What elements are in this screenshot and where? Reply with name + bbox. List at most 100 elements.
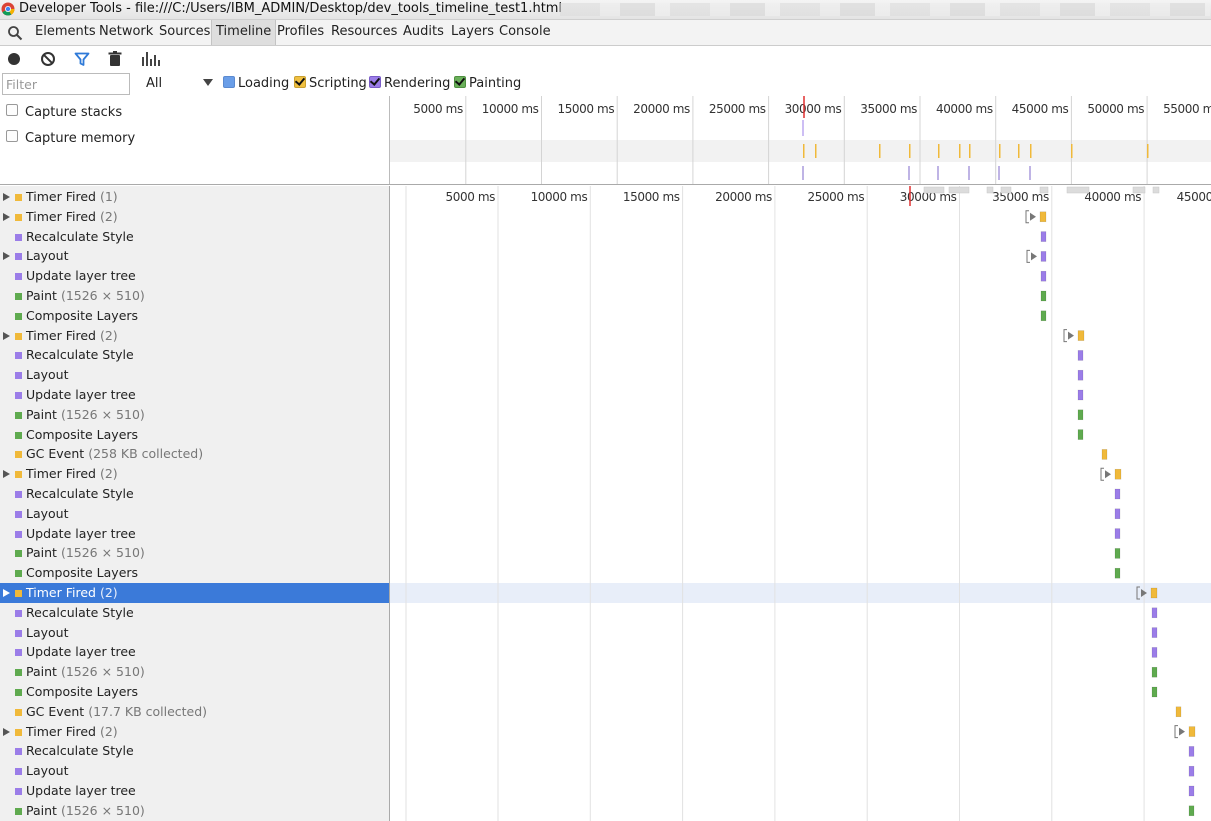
category-swatch-icon <box>15 768 22 776</box>
category-painting[interactable]: Painting <box>454 76 521 91</box>
window-title-bar: Developer Tools - file:///C:/Users/IBM_A… <box>0 0 1211 20</box>
expand-triangle-icon[interactable] <box>3 252 10 261</box>
record-row[interactable]: Timer Fired (2) <box>0 583 389 603</box>
record-row[interactable]: Timer Fired (2) <box>0 326 389 346</box>
record-detail: (2) <box>99 723 118 739</box>
category-scripting[interactable]: Scripting <box>294 76 367 91</box>
record-row[interactable]: Paint (1526 × 510) <box>0 286 389 306</box>
record-row[interactable]: Layout <box>0 623 389 643</box>
tab-sources[interactable]: Sources <box>155 20 214 45</box>
dropdown-arrow-icon[interactable] <box>203 79 213 86</box>
event-bar <box>1114 528 1121 539</box>
tab-layers[interactable]: Layers <box>447 20 498 45</box>
record-title: Paint <box>26 545 57 561</box>
timeline-overview-block <box>923 186 945 194</box>
overview-scripting-mark <box>1147 144 1149 158</box>
event-bar <box>1188 785 1195 797</box>
record-row[interactable]: Recalculate Style <box>0 227 389 247</box>
flame-chart-icon[interactable] <box>140 50 162 68</box>
record-row[interactable]: GC Event (17.7 KB collected) <box>0 702 389 722</box>
window-title: Developer Tools - file:///C:/Users/IBM_A… <box>19 1 563 16</box>
record-row[interactable]: Update layer tree <box>0 524 389 544</box>
record-row[interactable]: GC Event (258 KB collected) <box>0 444 389 464</box>
capture-memory-option[interactable]: Capture memory <box>6 130 135 146</box>
record-row[interactable]: Paint (1526 × 510) <box>0 543 389 563</box>
expand-triangle-icon[interactable] <box>3 727 10 736</box>
record-row[interactable]: Recalculate Style <box>0 484 389 504</box>
expand-arrow-icon <box>1030 212 1036 221</box>
timeline-overview[interactable]: 5000 ms 10000 ms 15000 ms 20000 ms 25000 ms 3… <box>389 96 1211 184</box>
record-row[interactable]: Timer Fired (1) <box>0 187 389 207</box>
filter-input[interactable] <box>2 73 130 95</box>
record-type-select[interactable]: All <box>146 76 162 91</box>
expand-bracket <box>1026 249 1030 263</box>
record-name: Timer Fired (2) <box>26 326 118 346</box>
category-loading[interactable]: Loading <box>223 76 289 91</box>
record-row[interactable]: Update layer tree <box>0 385 389 405</box>
clear-icon[interactable] <box>39 50 57 68</box>
record-row[interactable]: Paint (1526 × 510) <box>0 405 389 425</box>
record-row[interactable]: Composite Layers <box>0 563 389 583</box>
record-row[interactable]: Layout <box>0 246 389 266</box>
expand-arrow-icon <box>1105 470 1111 479</box>
capture-stacks-option[interactable]: Capture stacks <box>6 104 122 120</box>
expand-triangle-icon[interactable] <box>3 470 10 479</box>
category-rendering[interactable]: Rendering <box>369 76 450 91</box>
scripting-checkbox[interactable] <box>294 76 306 88</box>
record-title: Paint <box>26 288 57 303</box>
search-icon[interactable] <box>7 25 23 41</box>
expand-arrow-icon <box>1031 252 1037 261</box>
timeline-tick-label: 5000 ms <box>446 190 496 204</box>
record-row[interactable]: Recalculate Style <box>0 345 389 365</box>
tab-timeline[interactable]: Timeline <box>211 20 277 45</box>
record-row[interactable]: Layout <box>0 365 389 385</box>
record-row[interactable]: Layout <box>0 761 389 781</box>
tab-resources[interactable]: Resources <box>327 20 401 45</box>
record-row[interactable]: Composite Layers <box>0 306 389 326</box>
record-icon[interactable] <box>5 50 23 68</box>
category-swatch-icon <box>15 411 22 419</box>
expand-triangle-icon[interactable] <box>3 331 10 340</box>
painting-checkbox[interactable] <box>454 76 466 88</box>
loading-checkbox[interactable] <box>223 76 235 88</box>
expand-triangle-icon[interactable] <box>3 212 10 221</box>
timeline-grid[interactable]: 5000 ms 10000 ms 15000 ms 20000 ms 25000 ms 3… <box>390 186 1211 821</box>
event-bar <box>1040 251 1047 262</box>
record-row[interactable]: Paint (1526 × 510) <box>0 662 389 682</box>
rendering-checkbox[interactable] <box>369 76 381 88</box>
record-name: Paint (1526 × 510) <box>26 286 145 306</box>
record-row[interactable]: Update layer tree <box>0 781 389 801</box>
record-row[interactable]: Timer Fired (2) <box>0 207 389 227</box>
record-row[interactable]: Timer Fired (2) <box>0 464 389 484</box>
capture-memory-checkbox[interactable] <box>6 130 18 142</box>
expand-triangle-icon[interactable] <box>3 193 10 201</box>
expand-triangle-icon[interactable] <box>3 589 10 597</box>
overview-divider[interactable] <box>0 184 1211 185</box>
record-name: Update layer tree <box>26 781 136 801</box>
filter-icon[interactable] <box>73 50 91 68</box>
record-row[interactable]: Recalculate Style <box>0 741 389 761</box>
record-row[interactable]: Recalculate Style <box>0 603 389 623</box>
record-name: Timer Fired (1) <box>26 187 118 207</box>
category-swatch-icon <box>15 669 22 677</box>
tab-profiles[interactable]: Profiles <box>273 20 328 45</box>
record-row[interactable]: Timer Fired (2) <box>0 722 389 742</box>
record-row[interactable]: Update layer tree <box>0 266 389 286</box>
timeline-tick-label: 20000 ms <box>715 190 772 204</box>
record-row[interactable]: Layout <box>0 504 389 524</box>
record-row[interactable]: Composite Layers <box>0 425 389 445</box>
tab-elements[interactable]: Elements <box>31 20 100 45</box>
record-row[interactable]: Paint (1526 × 510) <box>0 801 389 821</box>
record-row[interactable]: Update layer tree <box>0 642 389 662</box>
capture-stacks-checkbox[interactable] <box>6 104 18 116</box>
garbage-collect-icon[interactable] <box>106 50 124 68</box>
record-row[interactable]: Composite Layers <box>0 682 389 702</box>
tab-audits[interactable]: Audits <box>399 20 448 45</box>
category-swatch-icon <box>15 233 22 241</box>
tab-network[interactable]: Network <box>95 20 157 45</box>
tab-console[interactable]: Console <box>495 20 555 45</box>
record-title: Timer Fired <box>26 189 96 204</box>
blurred-browser-tabs <box>560 3 1210 16</box>
event-bar <box>1175 706 1182 718</box>
event-bar <box>1114 488 1121 500</box>
